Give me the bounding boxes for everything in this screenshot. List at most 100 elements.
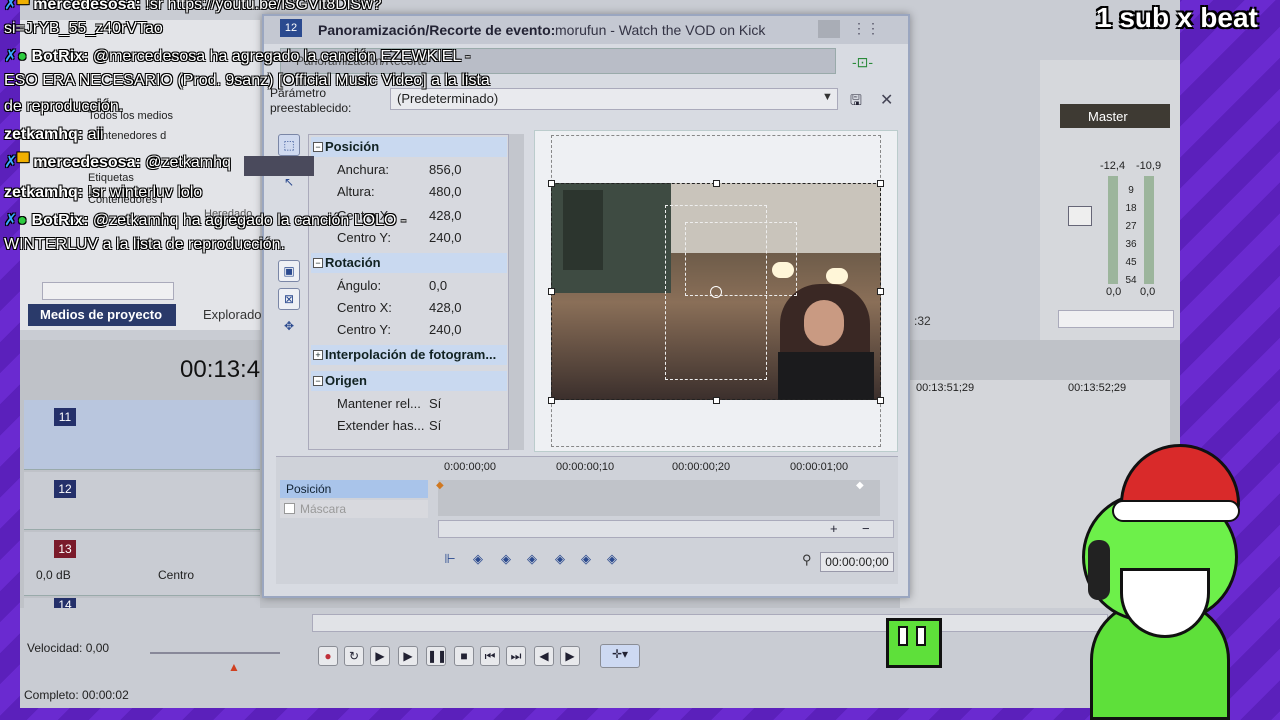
keyframe-lane[interactable]: [438, 480, 880, 516]
play-from-start-button[interactable]: ▶: [370, 646, 390, 666]
track-header-13[interactable]: 13 0,0 dB Centro: [24, 532, 260, 596]
render-complete: Completo: 00:00:02: [24, 688, 129, 702]
dialog-title: Panoramización/Recorte de evento:: [318, 22, 556, 38]
santa-hat-brim: [1112, 500, 1240, 522]
speed-slider[interactable]: [150, 652, 280, 654]
plugin-chain-icon[interactable]: -⊡-: [852, 54, 873, 71]
track-number: 12: [54, 480, 76, 498]
crop-handle[interactable]: [713, 397, 720, 404]
track-pan: Centro: [158, 568, 195, 582]
delete-preset-icon[interactable]: ✕: [880, 90, 893, 110]
normal-edit-tool-icon[interactable]: ⬚: [278, 134, 300, 156]
prop-row[interactable]: Anchura: 856,0: [311, 159, 507, 181]
master-fader-handle[interactable]: [1068, 206, 1092, 226]
keyframe-ruler[interactable]: 0:00:00;00 00:00:00;10 00:00:00;20 00:00…: [440, 458, 880, 478]
master-peak-right: -10,9: [1136, 160, 1162, 172]
stop-button[interactable]: ■: [454, 646, 474, 666]
tab-explorer[interactable]: Explorado: [203, 307, 262, 322]
zoom-out-icon[interactable]: −: [862, 521, 870, 536]
loop-button[interactable]: ↻: [344, 646, 364, 666]
ruler-tick: 00:13:52;29: [1068, 382, 1127, 394]
section-interpolation[interactable]: + Interpolación de fotogram...: [311, 345, 507, 365]
preset-dropdown[interactable]: (Predeterminado): [390, 88, 838, 110]
mixer-scrollbar[interactable]: [1058, 310, 1174, 328]
track-badge: 12: [280, 19, 302, 37]
prop-row[interactable]: Centro X: 428,0: [311, 297, 507, 319]
crop-handle[interactable]: [713, 180, 720, 187]
meter-scale-mark: 27: [1125, 221, 1137, 232]
section-source[interactable]: − Origen: [311, 371, 507, 391]
crop-handle[interactable]: [548, 180, 555, 187]
zoom-in-icon[interactable]: +: [830, 521, 838, 536]
keyframe-marker-icon[interactable]: ◆: [436, 480, 444, 491]
track-number: 11: [54, 408, 76, 426]
dialog-event-name: morufun - Watch the VOD on Kick: [555, 22, 766, 38]
ruler-tick: 00:00:00;10: [556, 461, 615, 473]
ruler-tick: 00:00:00;20: [672, 461, 731, 473]
property-grid-scrollbar[interactable]: [508, 134, 524, 450]
crop-center-icon[interactable]: [710, 286, 722, 298]
next-frame-button[interactable]: ▶: [560, 646, 580, 666]
first-keyframe-icon[interactable]: ◈: [468, 548, 488, 570]
meter-scale-mark: 18: [1125, 203, 1137, 214]
last-keyframe-icon[interactable]: ◈: [576, 548, 596, 570]
prev-keyframe-icon[interactable]: ◈: [496, 548, 516, 570]
crop-handle[interactable]: [877, 288, 884, 295]
prop-row[interactable]: Extender has... Sí: [311, 415, 507, 437]
move-freely-icon[interactable]: ▣: [278, 260, 300, 282]
dialog-grip-icon[interactable]: ⋮⋮: [852, 20, 880, 37]
prop-row[interactable]: Mantener rel... Sí: [311, 393, 507, 415]
track-header-12[interactable]: 12: [24, 472, 260, 530]
crop-handle[interactable]: [548, 288, 555, 295]
keyframe-time-display[interactable]: 00:00:00;00: [820, 552, 894, 572]
chat-line: ESO ERA NECESARIO (Prod. 9sanz) [Officia…: [4, 72, 490, 89]
keyframe-scrollbar[interactable]: [438, 520, 894, 538]
mask-checkbox[interactable]: [284, 503, 295, 514]
cursor-timecode: 00:13:4: [180, 356, 261, 383]
timeline-scrollbar[interactable]: [312, 614, 1108, 632]
delete-keyframe-icon[interactable]: ◈: [602, 548, 622, 570]
play-button[interactable]: ▶: [398, 646, 418, 666]
lock-aspect-icon[interactable]: ⊠: [278, 288, 300, 310]
move-tool-icon[interactable]: ✥: [278, 316, 300, 338]
sync-cursor-icon[interactable]: ⊩: [440, 548, 460, 570]
dialog-menu-icon[interactable]: [818, 20, 840, 38]
keyframe-toolbar: ⊩ ◈ ◈ ◈ ◈ ◈ ◈: [438, 548, 628, 574]
prop-row[interactable]: Ángulo: 0,0: [311, 275, 507, 297]
ruler-tick: 00:13:51;29: [916, 382, 975, 394]
section-rotation[interactable]: − Rotación: [311, 253, 507, 273]
prev-frame-button[interactable]: ◀: [534, 646, 554, 666]
robot-eye: [916, 626, 926, 646]
chat-line: ✗▀ mercedesosa: !sr https://youtu.be/lSG…: [4, 0, 382, 13]
go-to-start-button[interactable]: ⏮: [480, 646, 500, 666]
edit-tool-button[interactable]: ✛▾: [600, 644, 640, 668]
ruler-tick: 0:00:00;00: [444, 461, 496, 473]
keyframe-track-position[interactable]: Posición: [280, 480, 428, 498]
crop-handle[interactable]: [548, 397, 555, 404]
record-button[interactable]: ●: [318, 646, 338, 666]
prop-row[interactable]: Centro Y: 240,0: [311, 319, 507, 341]
property-grid: − Posición Anchura: 856,0 Altura: 480,0 Cen…: [308, 134, 524, 450]
save-preset-icon[interactable]: 🖫: [850, 90, 862, 114]
section-position[interactable]: − Posición: [311, 137, 507, 157]
master-level-left: 0,0: [1106, 286, 1122, 298]
crop-handle[interactable]: [877, 180, 884, 187]
meter-scale-mark: 36: [1125, 239, 1137, 250]
prop-row[interactable]: Altura: 480,0: [311, 181, 507, 203]
chat-line: zetkamhq: aii: [4, 126, 104, 143]
add-keyframe-icon[interactable]: ◈: [522, 548, 542, 570]
keyframe-track-mask[interactable]: Máscara: [280, 500, 428, 518]
master-meter-right: [1144, 176, 1154, 284]
track-header-11[interactable]: 11: [24, 400, 260, 470]
go-to-end-button[interactable]: ⏭: [506, 646, 526, 666]
tab-project-media[interactable]: Medios de proyecto: [28, 304, 176, 326]
crop-handle[interactable]: [877, 397, 884, 404]
chat-line: de reproducción.: [4, 98, 124, 115]
pause-button[interactable]: ❚❚: [426, 646, 447, 666]
keyframe-marker-icon[interactable]: ◆: [856, 480, 864, 491]
media-panel-scrollbar[interactable]: [42, 282, 174, 300]
chat-line: si=JrYB_55_z40rVTao: [4, 20, 163, 37]
chevron-down-icon[interactable]: ▼: [822, 91, 833, 103]
next-keyframe-icon[interactable]: ◈: [550, 548, 570, 570]
speed-slider-thumb[interactable]: ▲: [228, 660, 240, 674]
